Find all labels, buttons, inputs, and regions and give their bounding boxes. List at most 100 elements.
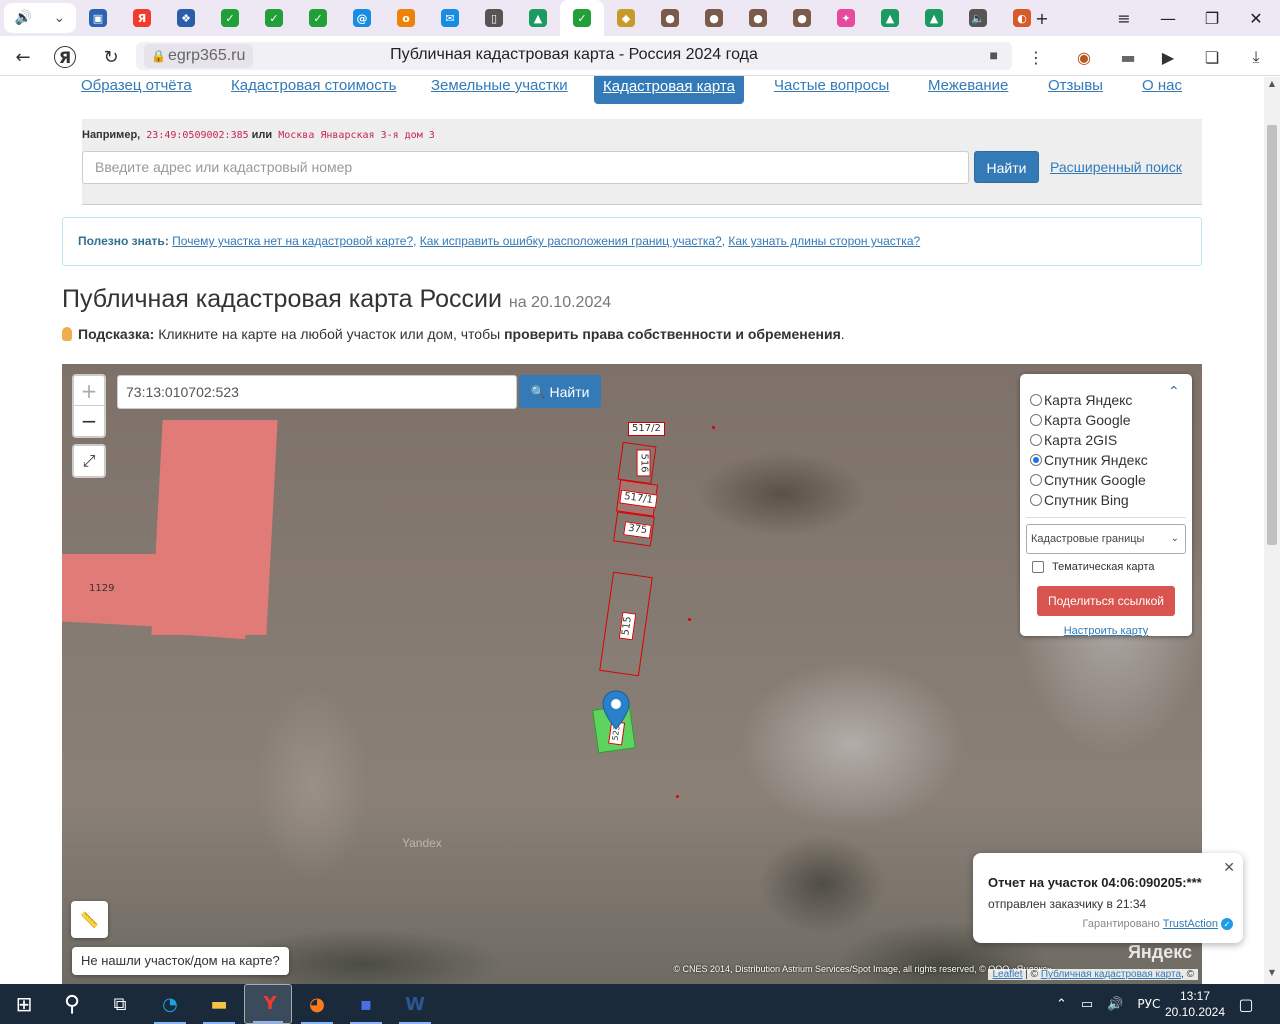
parcel-label-1129[interactable]: 1129 [86,583,117,595]
checkbox-icon[interactable] [1032,561,1044,573]
address-search-input[interactable]: Введите адрес или кадастровый номер [82,151,969,184]
parcel-label-517-2[interactable]: 517/2 [628,422,665,436]
radio-icon[interactable] [1030,394,1042,406]
collections-icon[interactable]: ❏ [1200,45,1224,69]
taskbar-app[interactable]: W [391,984,439,1024]
browser-tab[interactable]: ● [692,0,736,36]
useful-link-side-lengths[interactable]: Как узнать длины сторон участка? [728,234,920,248]
speaker-icon[interactable]: 🔊 [15,10,32,26]
browser-tab[interactable]: о [384,0,428,36]
download-icon[interactable]: ⤓ [1244,45,1268,69]
chevron-down-icon[interactable]: ⌄ [54,10,66,26]
browser-tab[interactable]: ● [648,0,692,36]
close-window-button[interactable]: ✕ [1234,0,1278,36]
radio-icon[interactable] [1030,414,1042,426]
location-marker-icon[interactable] [602,690,630,730]
browser-tab[interactable]: ● [736,0,780,36]
back-button[interactable]: ← [10,44,36,70]
taskbar-app[interactable]: Y [244,984,292,1024]
boundaries-select[interactable]: Кадастровые границы ⌄ [1026,524,1186,554]
radio-checked-icon[interactable] [1030,454,1042,466]
browser-tab[interactable]: ✉ [428,0,472,36]
collapse-chevron-icon[interactable]: ⌃ [1168,384,1182,400]
useful-link-fix-boundaries[interactable]: Как исправить ошибку расположения границ… [420,234,722,248]
browser-tab[interactable]: ▲ [868,0,912,36]
browser-tab[interactable]: 🔈 [956,0,1000,36]
leaflet-link[interactable]: Leaflet [992,969,1022,980]
browser-tab[interactable]: Я [120,0,164,36]
configure-map-link[interactable]: Настроить карту [1020,625,1192,637]
share-link-button[interactable]: Поделиться ссылкой [1037,586,1175,616]
browser-tab[interactable]: ✦ [824,0,868,36]
search-icon[interactable]: ⚲ [48,984,96,1024]
scroll-down-arrow[interactable]: ▼ [1264,968,1280,982]
useful-link-missing-plot[interactable]: Почему участка нет на кадастровой карте? [172,234,413,248]
tray-expand-icon[interactable]: ⌃ [1056,997,1067,1012]
radio-icon[interactable] [1030,434,1042,446]
building-polygon[interactable] [155,580,249,640]
zoom-out-button[interactable]: − [74,406,104,436]
browser-tab[interactable]: ▯ [472,0,516,36]
notifications-icon[interactable]: ▢ [1224,984,1268,1024]
layer-bing-satellite[interactable]: Спутник Bing [1030,492,1129,508]
nav-reviews[interactable]: Отзывы [1048,76,1103,104]
language-indicator[interactable]: РУС [1137,997,1160,1011]
browser-menu-button[interactable]: ≡ [1102,0,1146,36]
scroll-thumb[interactable] [1267,125,1277,545]
extension-alice-icon[interactable]: ◉ [1072,45,1096,69]
more-menu-icon[interactable]: ⋮ [1024,45,1048,69]
ruler-icon[interactable]: 📏 [71,901,108,938]
minimize-button[interactable]: — [1146,0,1190,36]
browser-tab[interactable]: ✓ [252,0,296,36]
nav-land-survey[interactable]: Межевание [928,76,1008,104]
close-icon[interactable]: ✕ [1223,860,1235,876]
taskbar-app[interactable]: ▪ [342,984,390,1024]
zoom-in-button[interactable]: + [74,376,104,406]
layer-google-map[interactable]: Карта Google [1030,412,1131,428]
task-view-icon[interactable]: ⧉ [96,984,144,1024]
nav-about[interactable]: О нас [1142,76,1182,104]
nav-sample-report[interactable]: Образец отчёта [81,76,192,104]
thematic-map-checkbox[interactable]: Тематическая карта [1032,561,1154,573]
active-tab-group[interactable]: 🔊 ⌄ [4,3,76,33]
radio-icon[interactable] [1030,474,1042,486]
browser-tab[interactable]: ✓ [208,0,252,36]
not-found-button[interactable]: Не нашли участок/дом на карте? [72,947,289,975]
reload-button[interactable]: ↻ [98,44,124,70]
layer-google-satellite[interactable]: Спутник Google [1030,472,1146,488]
browser-tab[interactable]: ▣ [76,0,120,36]
browser-tab[interactable]: ● [780,0,824,36]
nav-land-plots[interactable]: Земельные участки [431,76,568,104]
browser-tab[interactable]: ◆ [604,0,648,36]
url-field[interactable]: 🔒 egrp365.ru Публичная кадастровая карта … [136,42,1012,70]
browser-tab[interactable]: ▲ [516,0,560,36]
layer-yandex-satellite[interactable]: Спутник Яндекс [1030,452,1148,468]
nav-cadastral-value[interactable]: Кадастровая стоимость [231,76,396,104]
search-button[interactable]: Найти [974,151,1039,183]
taskbar-app[interactable]: ◕ [293,984,341,1024]
bookmark-icon[interactable]: ■ [990,47,998,63]
map-find-button[interactable]: 🔍 Найти [519,375,601,408]
media-play-icon[interactable]: ▶ [1156,45,1180,69]
new-tab-button[interactable]: + [1020,0,1064,36]
browser-tab[interactable]: ✓ [560,0,604,36]
nav-cadastral-map[interactable]: Кадастровая карта [594,76,744,104]
yandex-logo-icon[interactable]: Я [54,46,76,68]
trustaction-link[interactable]: TrustAction [1163,918,1218,930]
taskbar-clock[interactable]: 13:17 20.10.2024 [1160,988,1230,1020]
building-polygon[interactable] [62,566,159,627]
volume-icon[interactable]: 🔊 [1107,997,1123,1012]
browser-tab[interactable]: @ [340,0,384,36]
layer-2gis-map[interactable]: Карта 2GIS [1030,432,1117,448]
map-search-input[interactable]: 73:13:010702:523 [117,375,517,409]
extension-dark-icon[interactable]: ▬ [1116,45,1140,69]
taskbar-app[interactable]: ◔ [146,984,194,1024]
start-button[interactable]: ⊞ [0,984,48,1024]
browser-tab[interactable]: ❖ [164,0,208,36]
browser-tab[interactable]: ✓ [296,0,340,36]
advanced-search-link[interactable]: Расширенный поиск [1050,159,1182,175]
restore-button[interactable]: ❐ [1190,0,1234,36]
layer-yandex-map[interactable]: Карта Яндекс [1030,392,1132,408]
pkk-link[interactable]: Публичная кадастровая карта [1041,969,1181,980]
browser-tab[interactable]: ▲ [912,0,956,36]
